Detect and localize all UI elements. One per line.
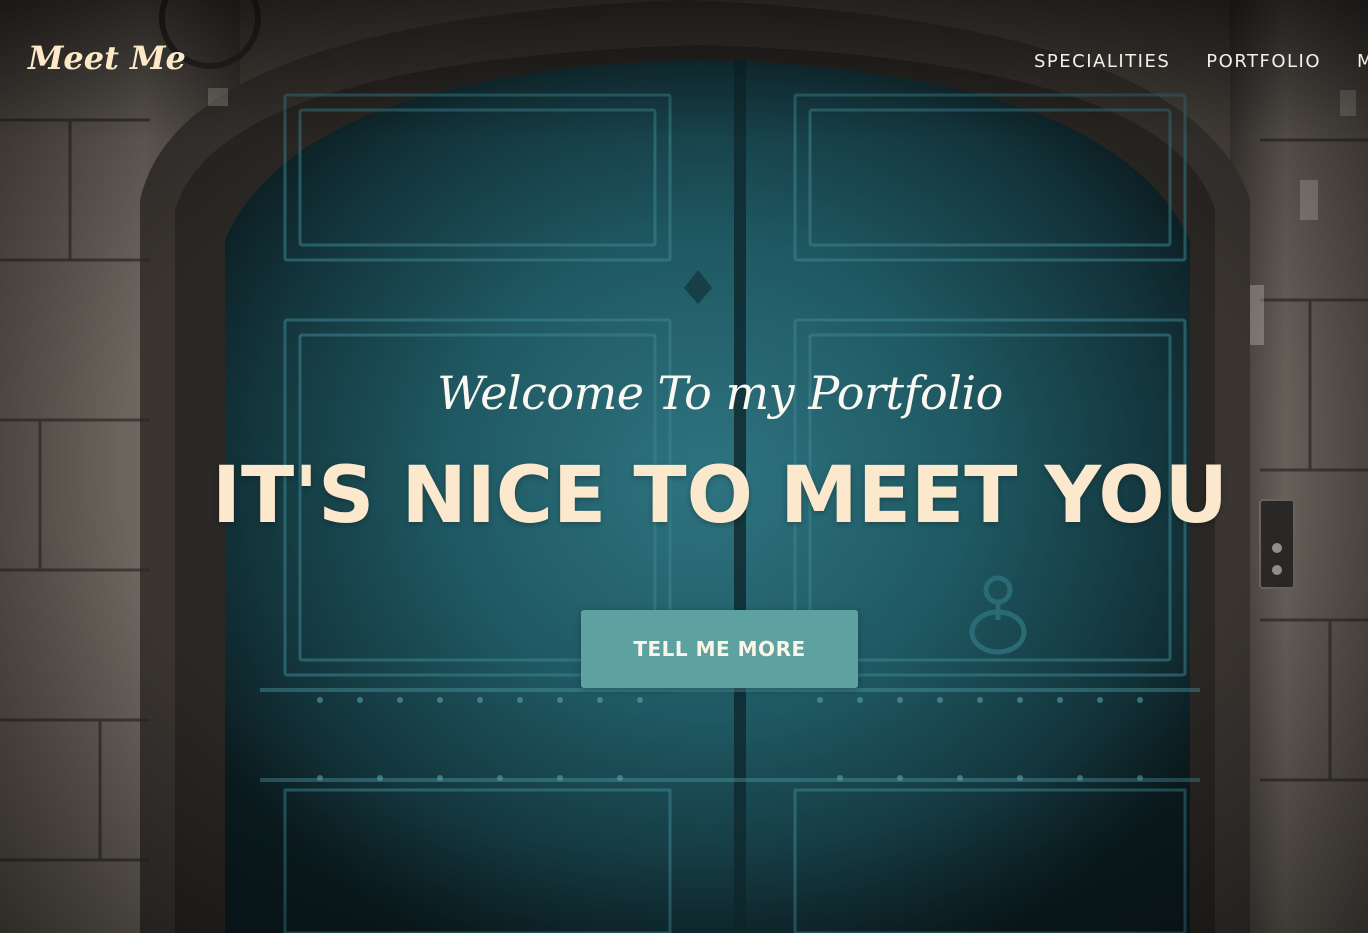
nav-item-specialities: SPECIALITIES <box>1034 51 1170 73</box>
nav-item-portfolio: PORTFOLIO <box>1206 51 1321 73</box>
hero-intro: Welcome To my Portfolio IT'S NICE TO MEE… <box>0 0 1368 933</box>
nav-menu: SPECIALITIES PORTFOLIO M <box>1034 51 1368 73</box>
hero-lead-in: Welcome To my Portfolio <box>437 366 1003 420</box>
brand-logo-link[interactable]: Meet Me <box>28 42 186 74</box>
hero-heading: IT'S NICE TO MEET YOU <box>212 451 1228 541</box>
nav-link-portfolio[interactable]: PORTFOLIO <box>1206 51 1321 72</box>
tell-me-more-button[interactable]: TELL ME MORE <box>581 610 858 688</box>
nav-link-truncated[interactable]: M <box>1357 51 1368 72</box>
nav-link-specialities[interactable]: SPECIALITIES <box>1034 51 1170 72</box>
hero-section: Meet Me SPECIALITIES PORTFOLIO M Welcome… <box>0 0 1368 933</box>
main-navbar: Meet Me SPECIALITIES PORTFOLIO M <box>0 0 1368 125</box>
nav-item-truncated: M <box>1357 51 1368 73</box>
